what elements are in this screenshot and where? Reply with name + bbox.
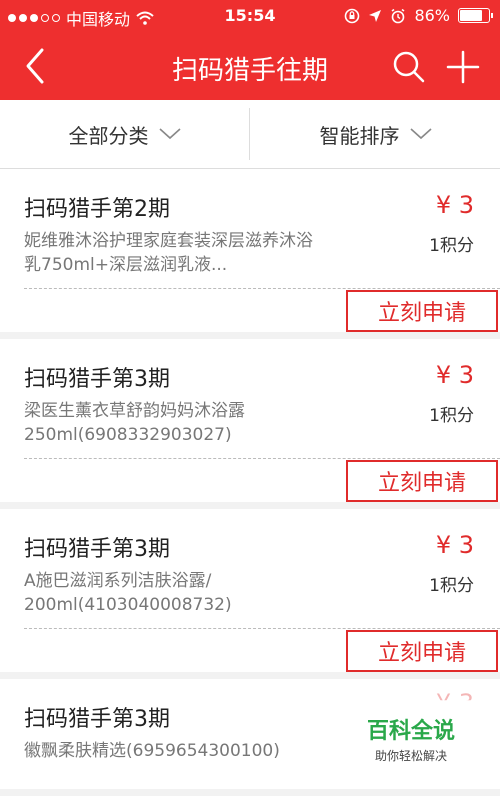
item-price: ¥ 3 xyxy=(435,361,474,389)
apply-now-button[interactable]: 立刻申请 xyxy=(346,630,498,672)
status-bar: 中国移动 15:54 86% xyxy=(0,0,500,32)
watermark-logo: 百科全说 助你轻松解决 xyxy=(346,713,476,764)
filter-bar: 全部分类 智能排序 xyxy=(0,100,500,169)
plus-icon[interactable] xyxy=(446,50,480,84)
dashed-divider xyxy=(24,458,500,459)
battery-percent: 86% xyxy=(414,6,450,25)
item-points: 1积分 xyxy=(429,576,474,596)
alarm-icon xyxy=(391,8,405,23)
item-description-line: 梁医生薰衣草舒韵妈妈沐浴露 xyxy=(24,401,245,421)
item-description-line: 250ml(6908332903027) xyxy=(24,425,232,445)
battery-icon xyxy=(458,8,493,23)
list-item[interactable]: 扫码猎手第3期 ¥ 3 梁医生薰衣草舒韵妈妈沐浴露 250ml(69083329… xyxy=(0,339,500,502)
watermark-title: 百科全说 xyxy=(366,719,455,744)
item-description-line: 乳750ml+深层滋润乳液... xyxy=(24,255,228,275)
dashed-divider xyxy=(24,288,500,289)
list-item[interactable]: 扫码猎手第3期 ¥ 3 A施巴滋润系列洁肤浴露/ 200ml(410304000… xyxy=(0,509,500,672)
item-description-line: 徽飘柔肤精选(6959654300100) xyxy=(24,741,280,761)
item-title: 扫码猎手第3期 xyxy=(24,367,170,392)
item-title: 扫码猎手第2期 xyxy=(24,197,170,222)
navigation-bar: 扫码猎手往期 xyxy=(0,32,500,100)
watermark-subtitle: 助你轻松解决 xyxy=(374,749,447,763)
item-description: 梁医生薰衣草舒韵妈妈沐浴露 250ml(6908332903027) xyxy=(24,399,374,447)
list-item[interactable]: 扫码猎手第2期 ¥ 3 妮维雅沐浴护理家庭套装深层滋养沐浴 乳750ml+深层滋… xyxy=(0,169,500,332)
item-description-line: 妮维雅沐浴护理家庭套装深层滋养沐浴 xyxy=(24,231,313,251)
item-description-line: A施巴滋润系列洁肤浴露/ xyxy=(24,571,212,591)
sort-filter-label: 智能排序 xyxy=(319,123,400,148)
chevron-down-icon xyxy=(158,128,181,140)
status-right: 86% xyxy=(344,6,493,25)
rotation-lock-icon xyxy=(345,8,360,23)
apply-now-button[interactable]: 立刻申请 xyxy=(346,290,498,332)
item-description: 徽飘柔肤精选(6959654300100) xyxy=(24,739,374,763)
item-description: A施巴滋润系列洁肤浴露/ 200ml(4103040008732) xyxy=(24,569,374,617)
item-points: 1积分 xyxy=(429,236,474,256)
item-price: ¥ 3 xyxy=(435,531,474,559)
filter-divider xyxy=(249,108,250,160)
search-icon[interactable] xyxy=(392,50,426,84)
category-filter-label: 全部分类 xyxy=(68,123,149,148)
category-filter-dropdown[interactable]: 全部分类 xyxy=(0,100,249,168)
item-description: 妮维雅沐浴护理家庭套装深层滋养沐浴 乳750ml+深层滋润乳液... xyxy=(24,229,374,277)
item-title: 扫码猎手第3期 xyxy=(24,707,170,732)
campaign-list: 扫码猎手第2期 ¥ 3 妮维雅沐浴护理家庭套装深层滋养沐浴 乳750ml+深层滋… xyxy=(0,169,500,796)
apply-now-button[interactable]: 立刻申请 xyxy=(346,460,498,502)
location-arrow-icon xyxy=(369,9,382,22)
chevron-down-icon xyxy=(409,128,432,140)
app-header: 中国移动 15:54 86% 扫码猎手往期 xyxy=(0,0,500,100)
item-description-line: 200ml(4103040008732) xyxy=(24,595,232,615)
item-title: 扫码猎手第3期 xyxy=(24,537,170,562)
item-points: 1积分 xyxy=(429,406,474,426)
item-price: ¥ 3 xyxy=(435,191,474,219)
sort-filter-dropdown[interactable]: 智能排序 xyxy=(251,100,500,168)
dashed-divider xyxy=(24,628,500,629)
